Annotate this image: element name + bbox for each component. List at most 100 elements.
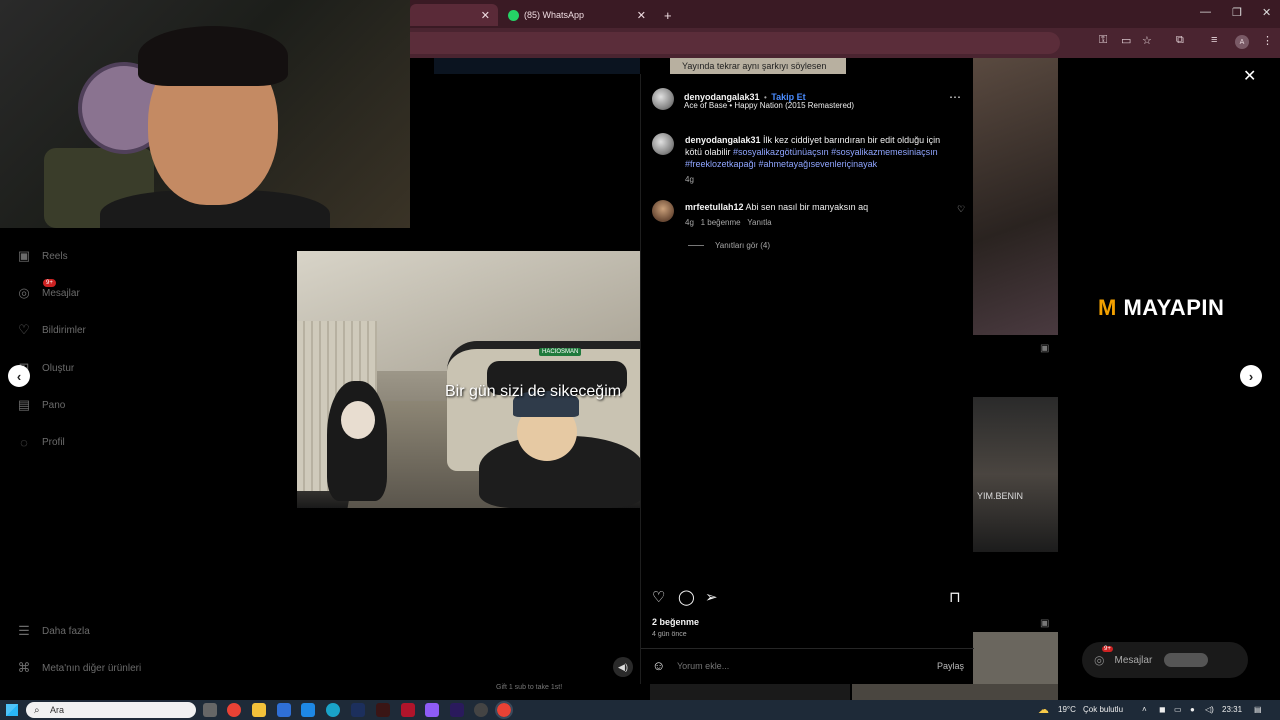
commenter-avatar[interactable] bbox=[652, 200, 674, 222]
caption-timestamp: 4g bbox=[685, 175, 694, 184]
messages-pill[interactable]: ◎ 9+ Mesajlar bbox=[1082, 642, 1248, 678]
messenger-icon: ◎ bbox=[18, 285, 30, 300]
caption-username[interactable]: denyodangalak31 bbox=[685, 135, 761, 145]
sidebar-item-reels[interactable]: ▣ Reels bbox=[16, 248, 68, 264]
file-explorer-icon[interactable] bbox=[252, 703, 266, 717]
comment-reply-button[interactable]: Yanıtla bbox=[747, 218, 771, 227]
close-modal-icon[interactable]: ✕ bbox=[1243, 66, 1256, 86]
mute-toggle-button[interactable]: ◀) bbox=[613, 657, 633, 677]
extensions-icon[interactable]: ⧉ bbox=[1176, 34, 1184, 47]
comment-text: Abi sen nasıl bir manyaksın aq bbox=[745, 202, 869, 212]
sidebar-item-more[interactable]: ☰ Daha fazla bbox=[16, 623, 90, 639]
search-icon: ⌕ bbox=[34, 704, 40, 716]
messages-badge: 9+ bbox=[43, 279, 56, 287]
like-count[interactable]: 2 beğenme bbox=[652, 617, 699, 627]
sidebar-item-meta[interactable]: ⌘ Meta'nın diğer ürünleri bbox=[16, 660, 142, 676]
post-media[interactable]: HACIOSMAN Bir gün sizi de sikeceğim bbox=[297, 251, 640, 508]
browser-tab-whatsapp[interactable]: (85) WhatsApp ✕ bbox=[504, 4, 654, 26]
cast-icon[interactable]: ▭ bbox=[1121, 34, 1131, 47]
profile-avatar-icon[interactable]: A bbox=[1235, 35, 1249, 49]
photoshop-icon[interactable] bbox=[351, 703, 365, 717]
weather-text[interactable]: Çok bulutlu bbox=[1083, 705, 1123, 714]
previous-post-button[interactable]: ‹ bbox=[8, 365, 30, 387]
close-tab-icon[interactable]: ✕ bbox=[481, 9, 490, 22]
next-post-button[interactable]: › bbox=[1240, 365, 1262, 387]
restore-icon[interactable]: ❐ bbox=[1232, 6, 1242, 19]
commenter-username[interactable]: mrfeetullah12 bbox=[685, 202, 744, 212]
share-send-icon[interactable]: ➢ bbox=[705, 588, 718, 606]
post-comment-button[interactable]: Paylaş bbox=[937, 661, 964, 671]
close-tab-icon[interactable]: ✕ bbox=[637, 9, 646, 22]
profile-icon: ◌ bbox=[20, 434, 28, 450]
sidebar-item-notifications[interactable]: ♡ Bildirimler bbox=[16, 322, 86, 338]
acrobat-icon[interactable] bbox=[401, 703, 415, 717]
chrome-active-icon[interactable] bbox=[495, 701, 513, 719]
weather-temp[interactable]: 19°C bbox=[1058, 705, 1076, 714]
address-bar[interactable] bbox=[410, 32, 1060, 54]
messages-pill-badge: 9+ bbox=[1102, 646, 1113, 652]
view-replies-button[interactable]: Yanıtları gör (4) bbox=[715, 241, 770, 250]
windows-start-icon[interactable] bbox=[6, 704, 18, 716]
edge-icon[interactable] bbox=[326, 703, 340, 717]
bg-feed-tile bbox=[434, 58, 640, 74]
heart-icon: ♡ bbox=[18, 322, 30, 337]
sidebar-item-label: Meta'nın diğer ürünleri bbox=[42, 662, 142, 674]
chevron-right-icon: › bbox=[1248, 368, 1254, 384]
more-options-icon[interactable]: ⋯ bbox=[949, 90, 961, 104]
notifications-icon[interactable]: ▤ bbox=[1254, 705, 1262, 714]
network-icon[interactable]: ▭ bbox=[1174, 705, 1182, 714]
gift-banner-text: Gift 1 sub to take 1st! bbox=[496, 684, 563, 691]
tray-chevron-icon[interactable]: ˄ bbox=[1142, 705, 1147, 714]
messages-pill-label: Mesajlar bbox=[1114, 654, 1153, 666]
bookmark-star-icon[interactable]: ☆ bbox=[1142, 34, 1152, 47]
streamer-hair bbox=[138, 26, 288, 86]
password-key-icon[interactable]: ⚿ bbox=[1099, 34, 1107, 47]
like-heart-icon[interactable]: ♡ bbox=[652, 588, 665, 606]
obs-icon[interactable] bbox=[474, 703, 488, 717]
comment-like-icon[interactable]: ♡ bbox=[957, 204, 965, 215]
bg-banner-text: Yayında tekrar aynı şarkıyı söylesen bbox=[682, 61, 827, 71]
cartoon-character bbox=[327, 381, 387, 501]
task-view-icon[interactable] bbox=[203, 703, 217, 717]
minimize-icon[interactable]: — bbox=[1200, 6, 1211, 18]
author-avatar[interactable] bbox=[652, 88, 674, 110]
taskbar-search[interactable]: ⌕ Ara bbox=[26, 702, 196, 718]
volume-icon[interactable]: ◁) bbox=[1205, 705, 1214, 714]
sidebar-item-profile[interactable]: ◌ Profil bbox=[16, 434, 65, 450]
messenger-icon: ◎ 9+ bbox=[1094, 646, 1113, 667]
new-tab-button[interactable]: + bbox=[664, 4, 672, 26]
bg-feed-tile bbox=[852, 684, 1058, 700]
menu-kebab-icon[interactable]: ⋮ bbox=[1262, 34, 1273, 47]
save-bookmark-icon[interactable]: ⊓ bbox=[949, 588, 961, 606]
mail-icon[interactable] bbox=[301, 703, 315, 717]
outlook-icon[interactable] bbox=[277, 703, 291, 717]
reels-icon: ▣ bbox=[17, 248, 31, 263]
browser-tab-active[interactable]: ✕ bbox=[410, 4, 498, 26]
clock-time[interactable]: 23:31 bbox=[1222, 705, 1242, 714]
sidebar-item-dashboard[interactable]: ▤ Pano bbox=[16, 397, 66, 413]
sidebar-item-messages[interactable]: ◎ 9+ Mesajlar bbox=[16, 279, 80, 301]
comment-bubble-icon[interactable]: ◯ bbox=[678, 588, 695, 606]
premiere-icon[interactable] bbox=[450, 703, 464, 717]
post-date: 4 gün önce bbox=[652, 631, 687, 638]
cartoon-face bbox=[341, 401, 375, 439]
comment-likes[interactable]: 1 beğenme bbox=[701, 218, 741, 227]
brand-name: MAYAPIN bbox=[1123, 295, 1225, 320]
media-controls-icon[interactable]: ≡ bbox=[1211, 34, 1217, 46]
illustrator-icon[interactable] bbox=[376, 703, 390, 717]
bg-feed-tile bbox=[973, 58, 1058, 335]
caption-avatar[interactable] bbox=[652, 133, 674, 155]
tray-app-icon[interactable]: ◼ bbox=[1159, 705, 1166, 714]
tab-title: (85) WhatsApp bbox=[524, 10, 585, 20]
sidebar-item-label: Profil bbox=[42, 436, 65, 448]
close-window-icon[interactable]: ✕ bbox=[1262, 6, 1271, 19]
microphone-icon[interactable]: ● bbox=[1190, 705, 1195, 714]
logo-mark-icon: M bbox=[1098, 295, 1117, 320]
copilot-icon[interactable] bbox=[425, 703, 439, 717]
bg-banner: Yayında tekrar aynı şarkıyı söylesen bbox=[670, 58, 846, 74]
whatsapp-icon bbox=[508, 9, 519, 21]
add-comment-input[interactable] bbox=[677, 658, 897, 674]
audio-track[interactable]: Ace of Base • Happy Nation (2015 Remaste… bbox=[684, 101, 854, 110]
emoji-picker-icon[interactable]: ☺ bbox=[652, 658, 665, 673]
chrome-taskbar-icon[interactable] bbox=[227, 703, 241, 717]
